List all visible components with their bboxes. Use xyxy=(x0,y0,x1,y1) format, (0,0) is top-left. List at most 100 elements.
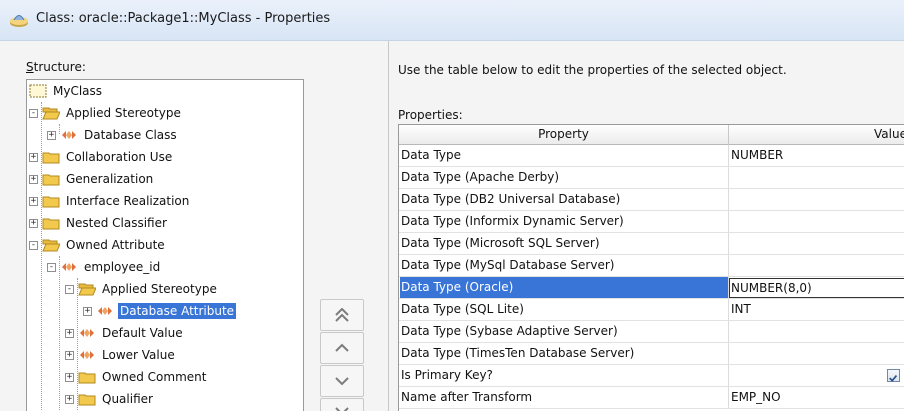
move-bottom-icon xyxy=(335,407,349,411)
table-row[interactable]: Data Type (MySql Database Server) xyxy=(399,255,904,277)
table-row[interactable]: Data Type (Apache Derby) xyxy=(399,167,904,189)
expand-icon[interactable]: + xyxy=(65,372,74,382)
folder-icon xyxy=(42,216,60,230)
tree-item[interactable]: + Lower Value xyxy=(65,344,177,366)
move-down-button[interactable] xyxy=(320,365,364,397)
dialog-body: Structure: MyClass - Applied Stereotype + Da… xyxy=(0,41,904,411)
stereotype-icon xyxy=(96,304,114,318)
tree-item[interactable]: - employee_id xyxy=(47,256,162,278)
tree-item[interactable]: + Owned Comment xyxy=(65,366,208,388)
tree-item[interactable]: + Collaboration Use xyxy=(29,146,174,168)
tree-item-label: Applied Stereotype xyxy=(66,106,181,120)
table-row[interactable]: Data Type NUMBER xyxy=(399,145,904,167)
property-name-cell: Data Type (MySql Database Server) xyxy=(400,255,729,276)
table-row[interactable]: Data Type (SQL Lite) INT xyxy=(399,299,904,321)
collapse-icon[interactable]: - xyxy=(29,240,38,250)
table-row[interactable]: Data Type (Oracle) NUMBER(8,0) xyxy=(399,277,904,299)
tree-item[interactable]: + Database Attribute xyxy=(83,300,237,322)
property-value-cell[interactable] xyxy=(729,233,904,254)
tree-item[interactable]: + Database Class xyxy=(47,124,179,146)
properties-table[interactable]: Property Value Data Type NUMBER Data Type … xyxy=(398,124,904,411)
structure-tree[interactable]: MyClass - Applied Stereotype + Database Clas… xyxy=(26,79,304,411)
property-value-cell[interactable] xyxy=(729,189,904,210)
table-row[interactable]: Data Type (DB2 Universal Database) xyxy=(399,189,904,211)
instructions-text: Use the table below to edit the properti… xyxy=(398,63,787,77)
expand-icon[interactable]: + xyxy=(83,306,92,316)
property-name-cell: Data Type (Microsoft SQL Server) xyxy=(400,233,729,254)
property-name-cell: Data Type (Apache Derby) xyxy=(400,167,729,188)
folder-icon xyxy=(42,172,60,186)
value-edit-field[interactable]: NUMBER(8,0) xyxy=(729,278,904,298)
property-value-cell[interactable] xyxy=(729,321,904,342)
move-top-icon xyxy=(335,308,349,322)
tree-item-label: Owned Attribute xyxy=(66,238,165,252)
property-value-cell[interactable] xyxy=(729,343,904,364)
table-row[interactable]: Data Type (TimesTen Database Server) xyxy=(399,343,904,365)
move-top-button[interactable] xyxy=(320,299,364,331)
structure-label-text: tructure: xyxy=(33,60,86,74)
expand-icon[interactable]: + xyxy=(29,196,38,206)
property-name-cell: Is Primary Key? xyxy=(400,365,729,386)
tree-item[interactable]: - Applied Stereotype xyxy=(65,278,219,300)
table-row[interactable]: Data Type (Microsoft SQL Server) xyxy=(399,233,904,255)
tree-item-label: Database Class xyxy=(84,128,177,142)
collapse-icon[interactable]: - xyxy=(29,108,38,118)
move-up-button[interactable] xyxy=(320,332,364,364)
primary-key-checkbox[interactable] xyxy=(887,369,900,382)
collapse-icon[interactable]: - xyxy=(47,262,56,272)
tree-item[interactable]: + Default Value xyxy=(65,322,185,344)
split-pane-divider[interactable] xyxy=(388,41,389,411)
column-header-value[interactable]: Value xyxy=(729,125,904,145)
table-row[interactable]: Data Type (Informix Dynamic Server) xyxy=(399,211,904,233)
folder-icon xyxy=(42,194,60,208)
folder-icon xyxy=(78,370,96,384)
column-header-property[interactable]: Property xyxy=(399,125,729,145)
tree-item-label: Interface Realization xyxy=(66,194,190,208)
property-name-cell: Data Type (Oracle) xyxy=(400,277,729,298)
property-value-cell[interactable] xyxy=(729,365,904,386)
tree-item[interactable]: - Owned Attribute xyxy=(29,234,167,256)
stereotype-icon xyxy=(60,260,78,274)
tree-item-label: Generalization xyxy=(66,172,154,186)
tree-item-label: MyClass xyxy=(53,84,103,98)
title-bar: Class: oracle::Package1::MyClass - Prope… xyxy=(0,0,904,41)
tree-item[interactable]: + Qualifier xyxy=(65,388,155,410)
property-value-text: EMP_NO xyxy=(731,390,781,404)
property-name-cell: Data Type xyxy=(400,145,729,166)
collapse-icon[interactable]: - xyxy=(65,284,74,294)
expand-icon[interactable]: + xyxy=(65,328,74,338)
expand-icon[interactable]: + xyxy=(65,350,74,360)
property-value-cell[interactable]: NUMBER xyxy=(729,145,904,166)
tree-item[interactable]: + Interface Realization xyxy=(29,190,191,212)
property-name-cell: Data Type (Sybase Adaptive Server) xyxy=(400,321,729,342)
stereotype-icon xyxy=(60,128,78,142)
folder-icon xyxy=(42,150,60,164)
property-value-cell[interactable]: EMP_NO xyxy=(729,387,904,408)
stereotype-icon xyxy=(78,326,96,340)
table-row[interactable]: Is Primary Key? xyxy=(399,365,904,387)
properties-label: Properties: xyxy=(398,108,463,122)
expand-icon[interactable]: + xyxy=(65,394,74,404)
tree-item[interactable]: + Nested Classifier xyxy=(29,212,169,234)
property-value-cell[interactable] xyxy=(729,167,904,188)
property-value-cell[interactable]: INT xyxy=(729,299,904,320)
structure-label: Structure: xyxy=(26,60,86,74)
table-row[interactable]: Name after Transform EMP_NO xyxy=(399,387,904,409)
tree-item[interactable]: + Generalization xyxy=(29,168,155,190)
expand-icon[interactable]: + xyxy=(29,218,38,228)
tree-item[interactable]: MyClass xyxy=(29,80,104,102)
property-value-cell[interactable] xyxy=(729,211,904,232)
tree-item[interactable]: - Applied Stereotype xyxy=(29,102,183,124)
table-row[interactable]: Data Type (Sybase Adaptive Server) xyxy=(399,321,904,343)
expand-icon[interactable]: + xyxy=(47,130,56,140)
expand-icon[interactable]: + xyxy=(29,174,38,184)
move-down-icon xyxy=(335,377,349,386)
move-bottom-button[interactable] xyxy=(320,398,364,411)
property-value-text: NUMBER xyxy=(731,148,784,162)
tree-item-label: Default Value xyxy=(102,326,183,340)
property-value-cell[interactable] xyxy=(729,255,904,276)
folder-icon xyxy=(78,392,96,406)
stereotype-icon xyxy=(78,348,96,362)
expand-icon[interactable]: + xyxy=(29,152,38,162)
property-value-cell[interactable]: NUMBER(8,0) xyxy=(729,277,904,298)
